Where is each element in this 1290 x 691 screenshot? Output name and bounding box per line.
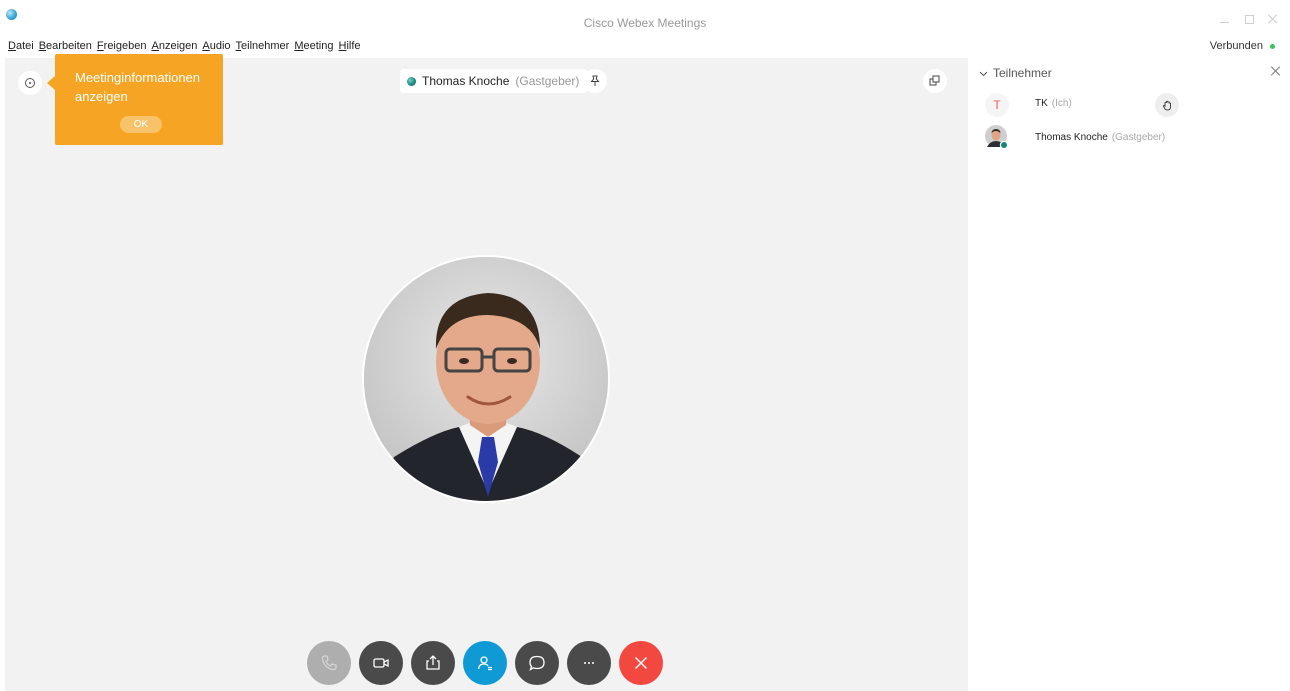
webex-status-icon xyxy=(407,76,416,86)
participant-name-text: TK xyxy=(1035,98,1048,109)
menu-bearbeiten[interactable]: Bearbeiten xyxy=(39,40,92,52)
host-role: (Gastgeber) xyxy=(515,74,580,88)
window-controls xyxy=(1220,14,1278,24)
chat-button[interactable] xyxy=(515,641,559,685)
chevron-down-icon xyxy=(979,71,988,76)
participant-row[interactable]: T TK (Ich) xyxy=(969,90,1290,118)
info-icon xyxy=(25,78,35,88)
leave-button[interactable] xyxy=(619,641,663,685)
menu-meeting[interactable]: Meeting xyxy=(294,40,333,52)
share-button[interactable] xyxy=(411,641,455,685)
pin-button[interactable] xyxy=(583,69,607,93)
raise-hand-icon xyxy=(1162,100,1171,110)
menu-anzeigen[interactable]: Anzeigen xyxy=(151,40,197,52)
active-speaker-label[interactable]: Thomas Knoche (Gastgeber) xyxy=(400,69,588,93)
participants-panel: Teilnehmer T TK (Ich) Thomas Knoche (Gastg… xyxy=(969,58,1290,691)
meeting-info-button[interactable] xyxy=(18,71,42,95)
raise-hand-button[interactable] xyxy=(1155,93,1179,117)
participant-photo-avatar xyxy=(985,125,1009,151)
more-button[interactable] xyxy=(567,641,611,685)
participant-initial-avatar: T xyxy=(985,93,1009,117)
host-name: Thomas Knoche xyxy=(422,74,510,88)
tooltip-ok-button[interactable]: OK xyxy=(120,116,162,133)
participants-icon xyxy=(477,656,492,671)
meeting-stage: Meetinginformationen anzeigen OK Thomas … xyxy=(5,54,968,691)
close-x-icon xyxy=(635,657,647,669)
participant-role: (Ich) xyxy=(1051,98,1072,109)
share-upload-icon xyxy=(426,655,440,670)
participants-panel-header[interactable]: Teilnehmer xyxy=(979,66,1052,80)
panel-close-icon[interactable] xyxy=(1271,66,1281,76)
status-dot-icon xyxy=(1270,43,1275,49)
menu-freigeben[interactable]: Freigeben xyxy=(97,40,147,52)
participants-panel-title: Teilnehmer xyxy=(993,66,1052,80)
maximize-icon[interactable] xyxy=(1244,14,1254,24)
title-bar: Cisco Webex Meetings xyxy=(0,0,1290,38)
participant-name: Thomas Knoche (Gastgeber) xyxy=(1035,132,1165,143)
menu-datei[interactable]: Datei xyxy=(8,40,34,52)
participant-photo xyxy=(985,125,1009,150)
video-camera-icon xyxy=(373,658,389,668)
window-title: Cisco Webex Meetings xyxy=(583,16,707,30)
pin-icon xyxy=(590,75,600,86)
host-portrait xyxy=(364,257,608,501)
participant-name-text: Thomas Knoche xyxy=(1035,132,1108,143)
menu-audio[interactable]: Audio xyxy=(202,40,230,52)
minimize-icon[interactable] xyxy=(1220,14,1230,24)
layout-grid-icon xyxy=(929,75,940,86)
phone-icon xyxy=(321,655,337,671)
participant-name: TK (Ich) xyxy=(1035,98,1072,109)
menu-hilfe[interactable]: Hilfe xyxy=(338,40,360,52)
connection-status-text: Verbunden xyxy=(1209,40,1263,52)
more-dots-icon xyxy=(584,662,594,664)
video-button[interactable] xyxy=(359,641,403,685)
layout-button[interactable] xyxy=(923,69,947,93)
call-controls xyxy=(307,641,663,685)
menu: Datei Bearbeiten Freigeben Anzeigen Audi… xyxy=(8,40,361,52)
tooltip-text: Meetinginformationen anzeigen xyxy=(75,70,201,104)
participants-button[interactable] xyxy=(463,641,507,685)
menu-teilnehmer[interactable]: Teilnehmer xyxy=(236,40,290,52)
participant-row[interactable]: Thomas Knoche (Gastgeber) xyxy=(969,124,1290,152)
host-avatar xyxy=(362,255,610,503)
connection-status: Verbunden xyxy=(1210,40,1275,52)
window-close-icon[interactable] xyxy=(1268,14,1278,24)
mute-button[interactable] xyxy=(307,641,351,685)
chat-bubble-icon xyxy=(529,655,545,671)
participant-role: (Gastgeber) xyxy=(1111,132,1166,143)
meeting-info-tooltip: Meetinginformationen anzeigen OK xyxy=(47,54,223,145)
